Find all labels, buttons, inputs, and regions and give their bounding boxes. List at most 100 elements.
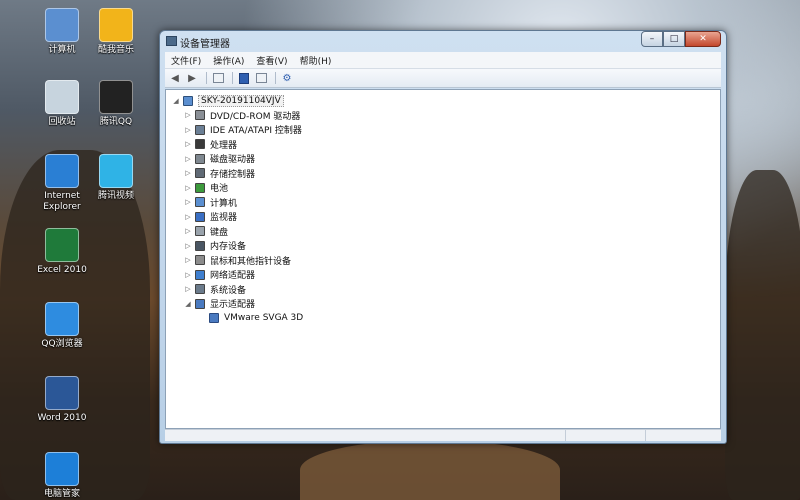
background-tree <box>725 170 800 500</box>
kuwo-music-icon <box>99 8 133 42</box>
tree-category[interactable]: ▷ 计算机 <box>184 195 237 209</box>
tree-category[interactable]: ◢ 显示适配器 <box>184 297 255 311</box>
tree-category[interactable]: ▷ 存储控制器 <box>184 166 255 180</box>
processor-icon <box>195 139 205 149</box>
desktop-icon[interactable]: 电脑管家 <box>30 452 94 500</box>
recycle-bin-icon <box>45 80 79 114</box>
tree-category[interactable]: ▷ 鼠标和其他指针设备 <box>184 253 291 267</box>
toolbar-divider <box>206 72 207 84</box>
toolbar: ◀ ▶ ⚙ <box>165 69 721 88</box>
tree-category-label: 处理器 <box>210 140 238 151</box>
expand-arrow-icon[interactable]: ▷ <box>184 256 192 264</box>
display-adapter-icon <box>209 313 219 323</box>
toolbar-divider <box>232 72 233 84</box>
expand-arrow-icon[interactable]: ▷ <box>184 242 192 250</box>
expand-arrow-icon[interactable]: ▷ <box>184 271 192 279</box>
desktop-icon-label: Word 2010 <box>37 413 87 423</box>
maximize-button[interactable]: □ <box>663 31 685 47</box>
tree-category[interactable]: ▷ 监视器 <box>184 210 237 224</box>
tree-category[interactable]: ▷ 磁盘驱动器 <box>184 152 255 166</box>
tree-category[interactable]: ▷ IDE ATA/ATAPI 控制器 <box>184 123 302 137</box>
tencent-video-icon <box>99 154 133 188</box>
forward-arrow-icon[interactable]: ▶ <box>185 72 199 85</box>
pc-manager-icon <box>45 452 79 486</box>
desktop-icon[interactable]: 腾讯视频 <box>84 154 148 202</box>
collapse-arrow-icon[interactable]: ◢ <box>172 97 180 105</box>
desktop-icon-label: 酷我音乐 <box>97 45 134 55</box>
expand-arrow-icon[interactable]: ▷ <box>184 198 192 206</box>
mouse-icon <box>195 255 205 265</box>
menu-bar: 文件(F) 操作(A) 查看(V) 帮助(H) <box>165 52 721 69</box>
expand-arrow-icon[interactable]: ▷ <box>184 184 192 192</box>
device-manager-icon <box>166 36 177 46</box>
desktop-icon-label: QQ浏览器 <box>41 339 83 349</box>
help-icon[interactable] <box>254 72 268 85</box>
desktop-icon[interactable]: 酷我音乐 <box>84 8 148 56</box>
keyboard-icon <box>195 226 205 236</box>
tree-category[interactable]: ▷ 系统设备 <box>184 282 246 296</box>
tree-category-label: 键盘 <box>210 227 229 238</box>
collapse-arrow-icon[interactable]: ◢ <box>184 300 192 308</box>
memory-device-icon <box>195 240 205 251</box>
tree-category[interactable]: ▷ 处理器 <box>184 137 237 151</box>
tree-category[interactable]: ▷ 电池 <box>184 181 228 195</box>
background-mountain <box>300 440 560 500</box>
tree-category-label: 存储控制器 <box>210 169 256 180</box>
expand-arrow-icon[interactable]: ▷ <box>184 213 192 221</box>
close-button[interactable]: ✕ <box>685 31 721 47</box>
menu-view[interactable]: 查看(V) <box>250 54 293 67</box>
desktop-icon[interactable]: QQ浏览器 <box>30 302 94 350</box>
storage-controller-icon <box>195 168 205 178</box>
desktop-icon-label: 腾讯视频 <box>97 191 134 201</box>
show-hide-tree-icon[interactable] <box>211 72 225 85</box>
tree-category[interactable]: ▷ 键盘 <box>184 224 228 238</box>
desktop-icon[interactable]: Word 2010 <box>30 376 94 424</box>
battery-icon <box>195 182 205 193</box>
qq-browser-icon <box>45 302 79 336</box>
desktop-icon-label: 电脑管家 <box>43 489 80 499</box>
toolbar-divider <box>275 72 276 84</box>
disk-drive-icon <box>195 153 205 164</box>
tree-category[interactable]: ▷ DVD/CD-ROM 驱动器 <box>184 108 300 122</box>
expand-arrow-icon[interactable]: ▷ <box>184 227 192 235</box>
word-icon <box>45 376 79 410</box>
computer-icon <box>183 96 193 106</box>
tree-category[interactable]: ▷ 内存设备 <box>184 239 246 253</box>
menu-action[interactable]: 操作(A) <box>207 54 250 67</box>
window-controls: – □ ✕ <box>641 31 721 48</box>
tree-category-label: 内存设备 <box>210 242 247 252</box>
expand-arrow-icon[interactable]: ▷ <box>184 169 192 177</box>
tree-category[interactable]: ▷ 网络适配器 <box>184 268 255 282</box>
expand-arrow-icon[interactable]: ▷ <box>184 140 192 148</box>
dvd-drive-icon <box>195 110 205 120</box>
network-adapter-icon <box>195 269 205 280</box>
expand-arrow-icon[interactable]: ▷ <box>184 126 192 134</box>
tree-child-device[interactable]: VMware SVGA 3D <box>206 311 303 325</box>
tree-category-label: 计算机 <box>210 198 238 209</box>
menu-help[interactable]: 帮助(H) <box>294 54 338 67</box>
tree-category-label: 监视器 <box>210 213 238 223</box>
scan-hardware-icon[interactable]: ⚙ <box>280 72 294 85</box>
title-bar[interactable]: 设备管理器 – □ ✕ <box>160 31 726 51</box>
desktop-icon[interactable]: Excel 2010 <box>30 228 94 276</box>
computer-icon <box>45 8 79 42</box>
device-manager-window[interactable]: 设备管理器 – □ ✕ 文件(F) 操作(A) 查看(V) 帮助(H) ◀ ▶ … <box>159 30 727 444</box>
device-tree[interactable]: ◢ SKY-20191104VJV ▷ DVD/CD-ROM 驱动器 ▷ IDE AT… <box>165 89 721 429</box>
tree-child-label: VMware SVGA 3D <box>224 313 304 323</box>
ide-controller-icon <box>195 124 205 135</box>
desktop-icon[interactable]: 腾讯QQ <box>84 80 148 128</box>
tree-root[interactable]: ◢ SKY-20191104VJV <box>172 94 284 108</box>
expand-arrow-icon[interactable]: ▷ <box>184 111 192 119</box>
back-arrow-icon[interactable]: ◀ <box>168 72 182 85</box>
display-adapter-icon <box>195 298 205 309</box>
expand-arrow-icon[interactable]: ▷ <box>184 155 192 163</box>
system-device-icon <box>195 284 205 294</box>
expand-arrow-icon[interactable]: ▷ <box>184 285 192 293</box>
properties-icon[interactable] <box>237 72 251 85</box>
qq-penguin-icon <box>99 80 133 114</box>
desktop-icon-label: Excel 2010 <box>37 265 87 275</box>
minimize-button[interactable]: – <box>641 31 663 47</box>
menu-file[interactable]: 文件(F) <box>165 54 207 67</box>
tree-category-label: 电池 <box>210 184 229 194</box>
tree-category-label: DVD/CD-ROM 驱动器 <box>210 111 301 122</box>
